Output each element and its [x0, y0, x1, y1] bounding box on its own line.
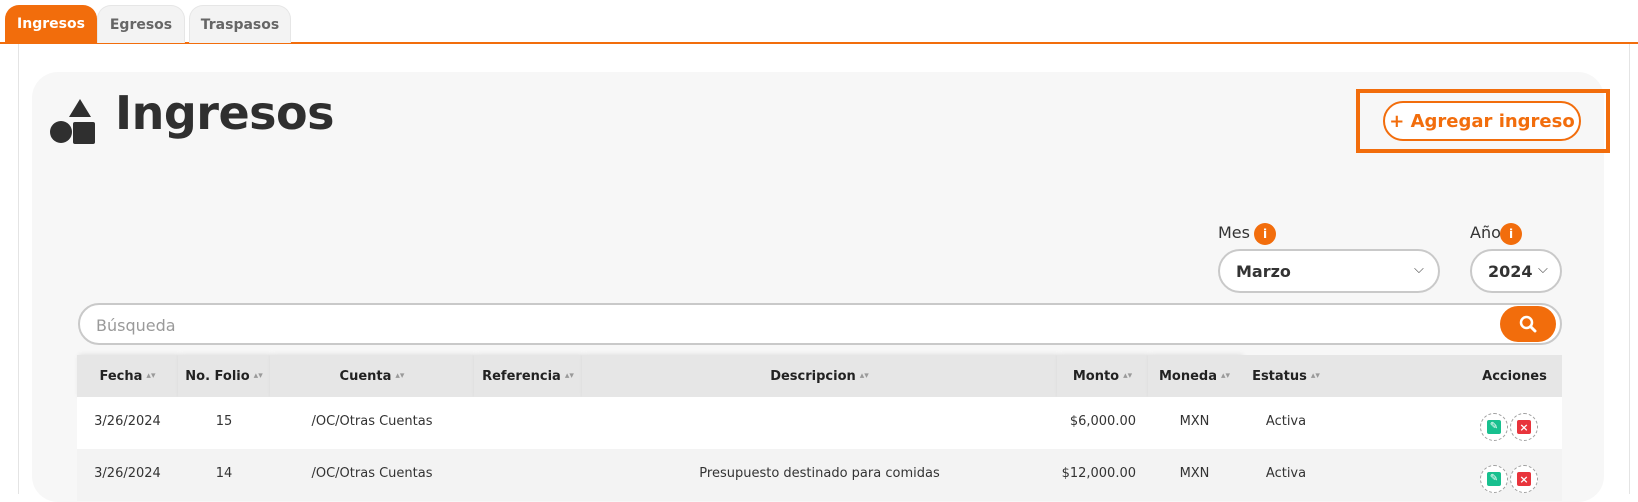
column-label: Descripcion	[770, 368, 856, 384]
cell-fecha: 3/26/2024	[94, 465, 161, 481]
tab-bar: Ingresos Egresos Traspasos	[0, 0, 1638, 44]
edit-icon: ✎	[1487, 420, 1501, 434]
sort-icon: ▴▾	[1310, 371, 1320, 381]
add-ingreso-button[interactable]: + Agregar ingreso	[1383, 101, 1581, 141]
cell-monto: $6,000.00	[1069, 413, 1136, 429]
column-header-monto[interactable]: Monto ▴▾	[1057, 355, 1148, 397]
column-header-referencia[interactable]: Referencia ▴▾	[474, 355, 582, 397]
column-label: Monto	[1072, 368, 1120, 384]
table-row: 3/26/2024 15 /OC/Otras Cuentas $6,000.00…	[77, 397, 1562, 449]
cell-folio: 14	[215, 465, 233, 481]
column-label: Estatus	[1252, 368, 1307, 384]
table-header: Fecha ▴▾ No. Folio ▴▾ Cuenta ▴▾ Referencia ▴…	[77, 355, 1562, 397]
month-select[interactable]: Marzo ⌵	[1218, 249, 1440, 293]
search-button[interactable]	[1500, 306, 1556, 342]
table-row: 3/26/2024 14 /OC/Otras Cuentas Presupues…	[77, 449, 1562, 501]
page-title: Ingresos	[115, 86, 335, 140]
column-label: Moneda	[1158, 368, 1217, 384]
column-header-fecha[interactable]: Fecha ▴▾	[77, 355, 178, 397]
column-label: Referencia	[482, 368, 561, 384]
cell-folio: 15	[215, 413, 233, 429]
cell-moneda: MXN	[1179, 413, 1210, 429]
cell-referencia	[474, 449, 582, 497]
chevron-down-icon: ⌵	[1538, 262, 1548, 277]
year-info-icon[interactable]: i	[1500, 223, 1522, 245]
tab-ingresos[interactable]: Ingresos	[5, 5, 97, 43]
column-label: Cuenta	[339, 368, 392, 384]
cell-referencia	[474, 397, 582, 445]
year-select[interactable]: 2024 ⌵	[1470, 249, 1562, 293]
column-header-cuenta[interactable]: Cuenta ▴▾	[270, 355, 474, 397]
cell-moneda: MXN	[1179, 465, 1210, 481]
column-label: No. Folio	[185, 368, 250, 384]
year-select-value: 2024	[1488, 261, 1533, 281]
column-header-estatus[interactable]: Estatus ▴▾	[1241, 355, 1331, 397]
cell-monto: $12,000.00	[1061, 465, 1136, 481]
close-icon: ×	[1517, 472, 1531, 486]
chevron-down-icon: ⌵	[1414, 262, 1424, 277]
sort-icon: ▴▾	[1220, 371, 1231, 381]
sort-icon: ▴▾	[395, 371, 405, 381]
cell-descripcion: Presupuesto destinado para comidas	[699, 465, 940, 481]
sort-icon: ▴▾	[146, 371, 156, 381]
search-input[interactable]	[96, 311, 1476, 339]
edit-button[interactable]: ✎	[1480, 465, 1508, 493]
cell-cuenta: /OC/Otras Cuentas	[311, 413, 433, 429]
column-label: Fecha	[99, 368, 143, 384]
sort-icon: ▴▾	[1123, 371, 1133, 381]
cell-cuenta: /OC/Otras Cuentas	[311, 465, 433, 481]
delete-button[interactable]: ×	[1510, 413, 1538, 441]
shapes-icon	[50, 99, 95, 144]
column-header-moneda[interactable]: Moneda ▴▾	[1148, 355, 1241, 397]
month-info-icon[interactable]: i	[1254, 223, 1276, 245]
edit-icon: ✎	[1487, 472, 1501, 486]
sort-icon: ▴▾	[859, 371, 869, 381]
delete-button[interactable]: ×	[1510, 465, 1538, 493]
search-bar	[78, 303, 1562, 345]
cell-estatus: Activa	[1265, 465, 1307, 481]
search-icon	[1519, 315, 1537, 333]
month-select-value: Marzo	[1236, 261, 1291, 281]
tab-traspasos[interactable]: Traspasos	[189, 5, 291, 43]
year-label: Año	[1470, 223, 1501, 242]
cell-fecha: 3/26/2024	[94, 413, 161, 429]
column-header-folio[interactable]: No. Folio ▴▾	[178, 355, 270, 397]
tab-egresos[interactable]: Egresos	[97, 5, 185, 43]
cell-estatus: Activa	[1265, 413, 1307, 429]
sort-icon: ▴▾	[253, 371, 263, 381]
column-header-acciones: Acciones	[1467, 355, 1562, 397]
sort-icon: ▴▾	[564, 371, 574, 381]
column-header-descripcion[interactable]: Descripcion ▴▾	[582, 355, 1057, 397]
close-icon: ×	[1517, 420, 1531, 434]
month-label: Mes	[1218, 223, 1250, 242]
edit-button[interactable]: ✎	[1480, 413, 1508, 441]
cell-descripcion	[582, 397, 1057, 445]
